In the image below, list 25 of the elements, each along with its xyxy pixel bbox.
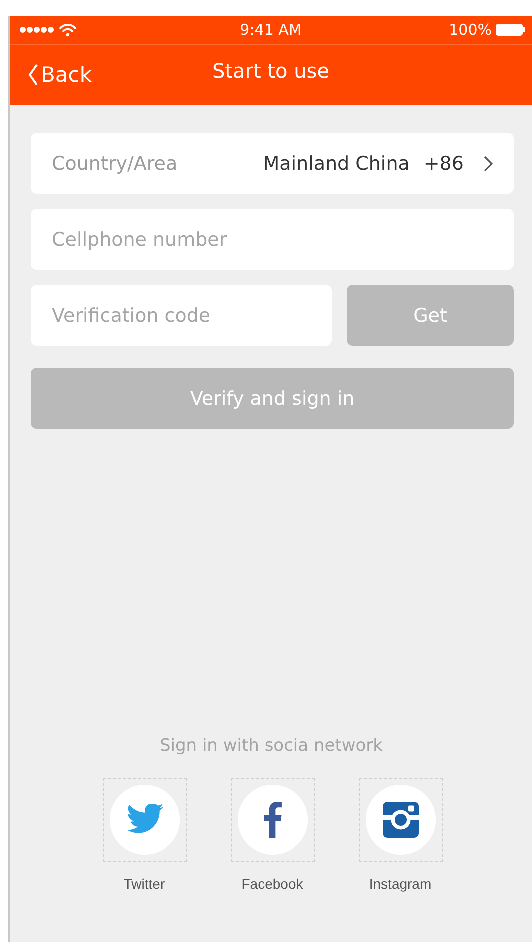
social-label: Instagram <box>369 876 432 892</box>
social-login-button[interactable] <box>358 778 442 862</box>
chevron-right-icon <box>484 156 494 172</box>
social-heading: Sign in with socia network <box>160 736 384 756</box>
wifi-icon <box>59 24 77 36</box>
country-value: Mainland China <box>263 152 410 174</box>
country-selector[interactable]: Country/Area Mainland China +86 <box>31 133 514 194</box>
signal-icon <box>20 26 54 34</box>
social-label: Facebook <box>242 876 304 892</box>
battery-icon <box>496 24 526 36</box>
bird-icon <box>126 804 164 836</box>
social-label: Twitter <box>124 876 166 892</box>
phone-number-field[interactable]: Cellphone number <box>31 209 514 270</box>
verification-code-field[interactable]: Verification code <box>31 285 332 346</box>
social-login-button[interactable] <box>230 778 314 862</box>
screen-title: Start to use <box>212 59 330 83</box>
social-login-button[interactable] <box>102 778 186 862</box>
back-chevron-icon <box>28 64 38 86</box>
status-time: 9:41 AM <box>240 21 302 39</box>
instagram-icon <box>382 802 418 838</box>
country-code: +86 <box>424 152 464 174</box>
facebook-icon <box>264 802 282 838</box>
country-label: Country/Area <box>52 152 179 174</box>
battery-percent: 100% <box>449 21 492 39</box>
back-button[interactable]: Back <box>28 63 92 87</box>
